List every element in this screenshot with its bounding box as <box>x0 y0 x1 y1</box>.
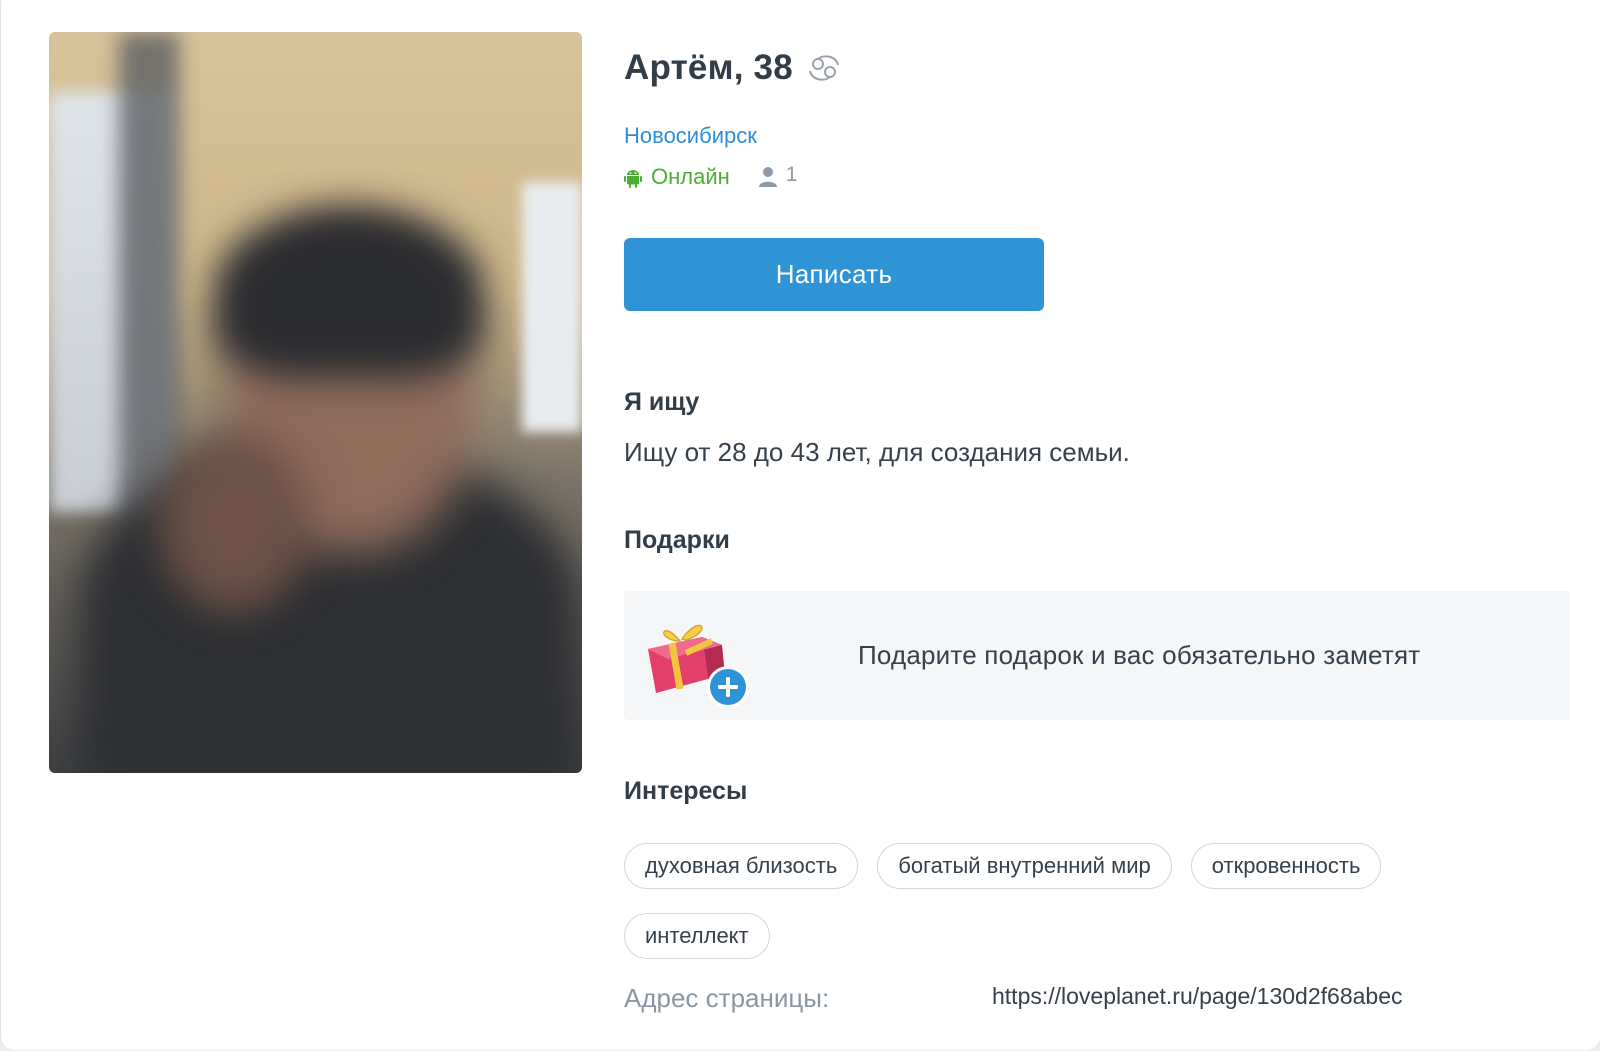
android-icon <box>624 170 642 188</box>
interest-tags: духовная близость богатый внутренний мир… <box>624 843 1484 959</box>
photo-blur-area <box>214 207 484 377</box>
name-row: Артём, 38 <box>624 48 841 88</box>
gifts-heading: Подарки <box>624 526 730 554</box>
gift-prompt: Подарите подарок и вас обязательно замет… <box>858 640 1421 670</box>
profile-photo[interactable] <box>49 32 582 773</box>
cancer-zodiac-icon <box>808 55 839 81</box>
profile-name: Артём, 38 <box>624 48 793 87</box>
city-link[interactable]: Новосибирск <box>624 123 757 149</box>
interest-tag[interactable]: интеллект <box>624 913 770 959</box>
seeking-text: Ищу от 28 до 43 лет, для создания семьи. <box>624 437 1130 467</box>
profile-card: Артём, 38 Новосибирск Онлайн 1 Написать … <box>0 0 1600 1050</box>
page-address-value[interactable]: https://loveplanet.ru/page/130d2f68abec <box>992 983 1403 1010</box>
visitor-count: 1 <box>785 163 798 186</box>
photo-blur-area <box>159 432 309 612</box>
page-address-label: Адрес страницы: <box>624 983 830 1013</box>
send-gift-banner[interactable]: Подарите подарок и вас обязательно замет… <box>624 591 1570 720</box>
person-icon <box>758 167 777 187</box>
interest-tag[interactable]: богатый внутренний мир <box>877 843 1172 889</box>
seeking-heading: Я ищу <box>624 388 700 416</box>
gift-plus-icon <box>648 624 748 708</box>
write-message-button[interactable]: Написать <box>624 238 1044 311</box>
status-row: Онлайн 1 <box>624 163 798 190</box>
interests-heading: Интересы <box>624 777 748 805</box>
interest-tag[interactable]: откровенность <box>1190 843 1382 889</box>
photo-blur-area <box>522 182 582 432</box>
interest-tag[interactable]: духовная близость <box>624 843 859 889</box>
online-status: Онлайн <box>651 164 730 189</box>
